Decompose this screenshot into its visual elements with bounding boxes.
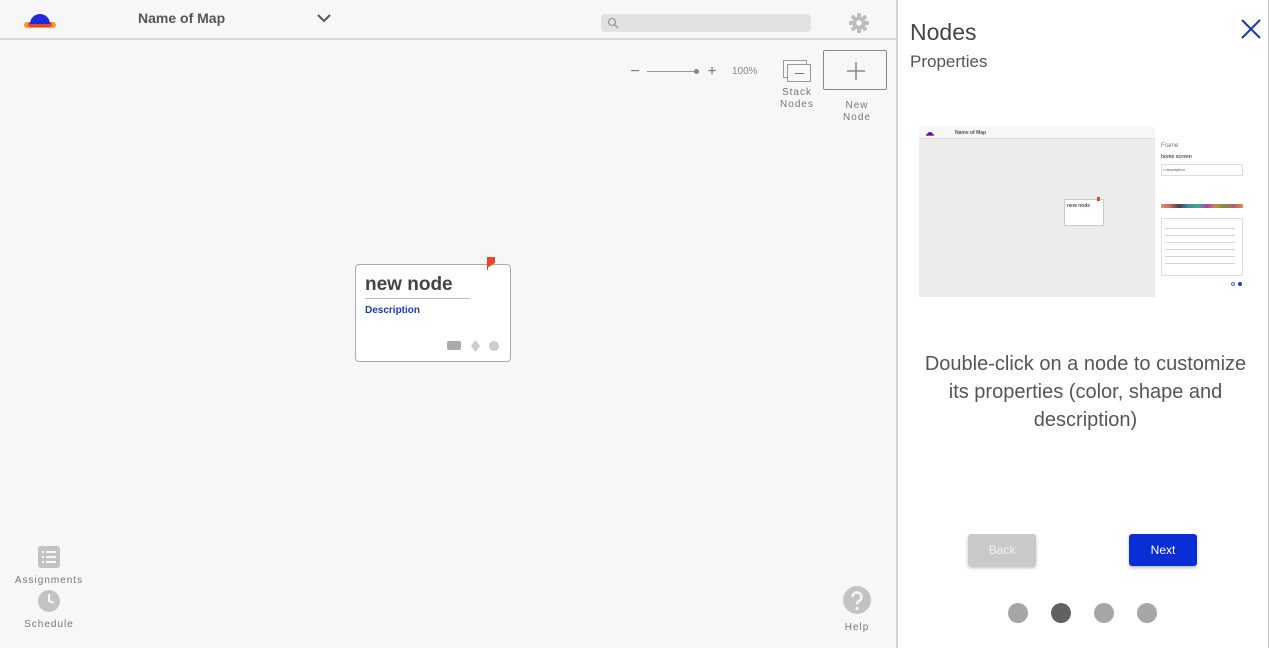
tutorial-pagination [1008,603,1168,623]
help-label: Help [844,622,870,633]
logo-icon[interactable] [22,8,58,30]
schedule-button[interactable]: Schedule [9,590,89,630]
assignments-label: Assignments [14,575,84,586]
tutorial-panel: Nodes Properties Name of Map new node Fr… [896,0,1269,648]
pagination-dot-3[interactable] [1094,603,1114,623]
diamond-shape-icon[interactable] [471,340,480,352]
preview-side-panel: Frame home screen • description [1155,127,1249,297]
plus-icon [847,62,865,80]
node-description: Description [365,305,421,316]
pagination-dot-2[interactable] [1051,603,1071,623]
map-name[interactable]: Name of Map [138,10,225,26]
zoom-control: − + 100% [628,64,768,80]
gear-icon[interactable] [848,12,870,34]
stack-icon [783,60,811,84]
preview-logo-icon [926,132,934,136]
zoom-out-button[interactable]: − [628,64,642,80]
node-title-underline [365,298,470,299]
stack-nodes-label: Stack Nodes [780,87,814,110]
zoom-level: 100% [732,66,758,77]
new-node-button[interactable] [823,50,887,90]
help-button[interactable]: Help [832,586,882,633]
flag-icon[interactable] [486,257,496,270]
assignments-button[interactable]: Assignments [9,546,89,586]
zoom-in-button[interactable]: + [705,64,719,80]
pagination-dot-1[interactable] [1008,603,1028,623]
node-title: new node [365,274,453,295]
preview-node: new node [1064,197,1104,226]
clock-icon [38,590,60,612]
panel-subtitle: Properties [910,52,988,71]
next-button[interactable]: Next [1129,534,1197,566]
search-input[interactable] [601,14,811,32]
help-icon [843,586,871,614]
stack-nodes-button[interactable]: Stack Nodes [774,60,820,120]
close-icon[interactable] [1240,18,1262,40]
panel-title: Nodes [910,19,977,45]
new-node-label: New Node [843,100,871,123]
app-root: Name of Map − + 100% Stack Nodes New Nod… [0,0,1269,648]
tutorial-preview-image: Name of Map new node Frame home screen •… [919,127,1249,297]
preview-map-name: Name of Map [955,130,987,136]
map-canvas[interactable]: − + 100% Stack Nodes New Node new node D… [0,40,896,648]
top-bar: Name of Map [0,0,896,40]
circle-shape-icon[interactable] [489,341,499,351]
chevron-down-icon[interactable] [316,12,332,24]
pagination-dot-4[interactable] [1137,603,1157,623]
preview-map [919,140,1155,297]
tutorial-hint-text: Double-click on a node to customize its … [924,353,1247,431]
rectangle-shape-icon[interactable] [447,341,461,350]
schedule-label: Schedule [24,619,74,630]
map-node[interactable]: new node Description [355,257,511,362]
zoom-slider-handle[interactable] [694,69,699,74]
list-icon [38,546,60,568]
back-button[interactable]: Back [968,534,1036,566]
search-icon [607,17,619,29]
zoom-slider-track[interactable] [647,71,697,72]
